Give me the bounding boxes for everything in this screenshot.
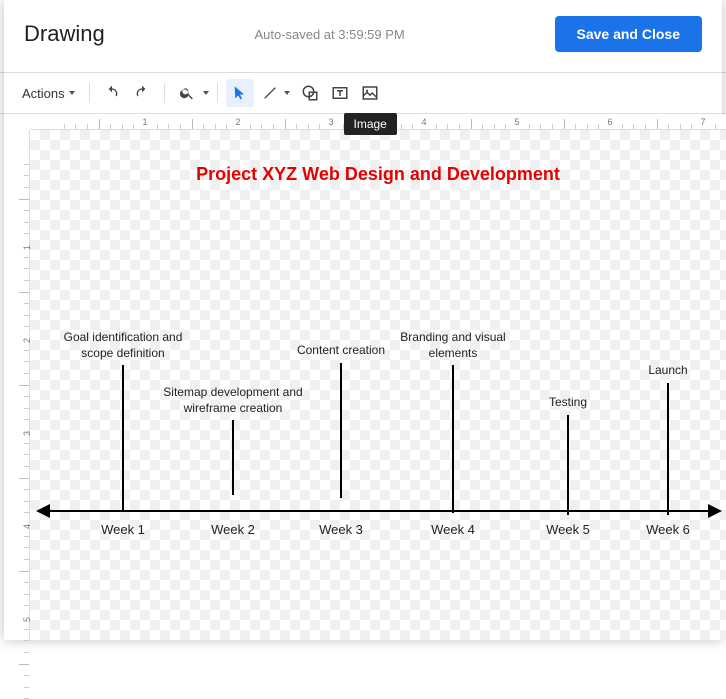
- timeline-item-label: Goal identification and scope definition: [53, 330, 193, 361]
- zoom-icon: [179, 85, 195, 101]
- caret-down-icon: [69, 91, 75, 95]
- autosave-status: Auto-saved at 3:59:59 PM: [105, 27, 555, 42]
- separator: [164, 83, 165, 103]
- zoom-button[interactable]: [173, 79, 201, 107]
- ruler-h-label: 6: [607, 117, 612, 127]
- select-tool-button[interactable]: [226, 79, 254, 107]
- timeline-item-label: Launch: [598, 363, 726, 379]
- timeline-item-stem: [567, 415, 569, 515]
- toolbar: Actions Image: [0, 73, 726, 113]
- ruler-h-label: 2: [235, 117, 240, 127]
- image-icon: [361, 84, 379, 102]
- axis-arrow-left-icon: [36, 504, 50, 518]
- shape-icon: [301, 84, 319, 102]
- ruler-h-label: 1: [142, 117, 147, 127]
- drawing-canvas[interactable]: Project XYZ Web Design and Development G…: [30, 130, 726, 640]
- image-tool-button[interactable]: [356, 79, 384, 107]
- cursor-icon: [232, 85, 248, 101]
- ruler-h-label: 7: [700, 117, 705, 127]
- timeline-week-label[interactable]: Week 5: [528, 522, 608, 537]
- drawing-heading[interactable]: Project XYZ Web Design and Development: [30, 164, 726, 185]
- dialog-header: Drawing Auto-saved at 3:59:59 PM Save an…: [0, 0, 726, 72]
- tooltip-image: Image: [344, 113, 397, 135]
- undo-button[interactable]: [98, 79, 126, 107]
- undo-icon: [104, 85, 120, 101]
- timeline-week-label[interactable]: Week 3: [301, 522, 381, 537]
- ruler-h-label: 5: [514, 117, 519, 127]
- ruler-h-label: 4: [421, 117, 426, 127]
- dialog-title: Drawing: [24, 21, 105, 47]
- vertical-ruler: 12345: [14, 130, 30, 640]
- separator: [217, 83, 218, 103]
- line-tool-button[interactable]: [256, 79, 284, 107]
- timeline-drawing[interactable]: Goal identification and scope definition…: [38, 330, 726, 550]
- timeline-item-stem: [122, 365, 124, 510]
- caret-down-icon: [203, 91, 209, 95]
- redo-button[interactable]: [128, 79, 156, 107]
- timeline-item-stem: [452, 365, 454, 513]
- save-and-close-button[interactable]: Save and Close: [555, 16, 703, 52]
- ruler-h-label: 3: [328, 117, 333, 127]
- timeline-item-stem: [667, 383, 669, 515]
- timeline-week-label[interactable]: Week 1: [83, 522, 163, 537]
- timeline-item-label: Branding and visual elements: [383, 330, 523, 361]
- actions-menu-button[interactable]: Actions: [16, 82, 81, 105]
- timeline-item-stem: [232, 420, 234, 495]
- shape-tool-button[interactable]: [296, 79, 324, 107]
- timeline-item[interactable]: Launch: [598, 363, 726, 515]
- textbox-tool-button[interactable]: [326, 79, 354, 107]
- line-icon: [262, 85, 278, 101]
- timeline-week-label[interactable]: Week 6: [628, 522, 708, 537]
- timeline-week-label[interactable]: Week 2: [193, 522, 273, 537]
- separator: [89, 83, 90, 103]
- timeline-item-stem: [340, 363, 342, 498]
- timeline-week-label[interactable]: Week 4: [413, 522, 493, 537]
- caret-down-icon: [284, 91, 290, 95]
- textbox-icon: [331, 84, 349, 102]
- actions-label: Actions: [22, 86, 65, 101]
- redo-icon: [134, 85, 150, 101]
